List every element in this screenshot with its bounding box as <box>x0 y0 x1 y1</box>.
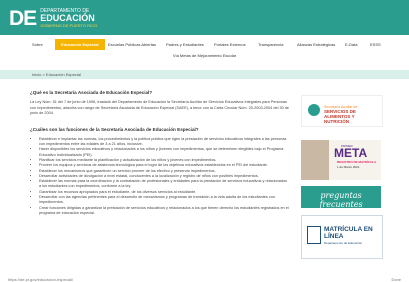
list-item: Hacer disponibles los servicios educativ… <box>39 147 290 158</box>
status-text: Done <box>391 277 401 282</box>
nav-sub-item[interactable]: Vía Metas de Mejoramiento Escolar <box>0 53 409 58</box>
functions-list: Establecer e implantar las normas, los p… <box>30 137 290 216</box>
nav-item-transparencia[interactable]: Transparencia <box>258 42 283 47</box>
student-photo <box>301 140 329 180</box>
nav-item-edata[interactable]: E-Data <box>345 42 357 47</box>
nutrition-services-banner[interactable]: Secretaría Auxiliar de SERVICIOS DE ALIM… <box>301 95 383 127</box>
logo-line-3: GOBIERNO DE PUERTO RICO <box>40 23 98 28</box>
banner-line-2: META <box>334 146 368 160</box>
list-item: Establecer e implantar las normas, los p… <box>39 137 290 148</box>
faq-label: preguntas frecuentes <box>319 191 363 209</box>
banner-line-1: MATRÍCULA EN LÍNEA <box>324 226 373 240</box>
nav-item-padres[interactable]: Padres y Estudiantes <box>166 42 204 47</box>
list-item: Proveer los equipos y servicios de asist… <box>39 163 290 168</box>
nav-item-escuelas[interactable]: Escuelas Públicas Abiertas <box>108 42 156 47</box>
faq-banner[interactable]: preguntas frecuentes <box>301 186 381 209</box>
list-item: Desarrollar con las agencias pertinentes… <box>39 195 290 206</box>
logo-line-2: EDUCACIÓN <box>40 13 95 23</box>
nav-item-educacion-especial[interactable]: Educación Especial <box>55 39 105 50</box>
online-enrollment-banner[interactable]: MATRÍCULA EN LÍNEA Departamento de Educa… <box>301 215 383 259</box>
enrollment-goal-banner[interactable]: PRIMER META REGISTRO DE MATRÍCULA 1 de M… <box>301 140 381 180</box>
question-2-heading: ¿Cuáles son las funciones de la Secretar… <box>30 126 199 132</box>
banner-line-3: REGISTRO DE MATRÍCULA <box>337 160 377 164</box>
breadcrumb[interactable]: Inicio > Educación Especial <box>32 72 81 77</box>
site-logo[interactable]: DE DEPARTAMENTO DE EDUCACIÓN GOBIERNO DE… <box>9 8 97 29</box>
document-icon <box>307 226 321 244</box>
list-item: Establecer las normas para la coordinaci… <box>39 179 290 190</box>
header-bar: DE DEPARTAMENTO DE EDUCACIÓN GOBIERNO DE… <box>0 0 409 35</box>
status-url: https://de.pr.gov/educacion-especial/ <box>8 277 73 282</box>
question-1-heading: ¿Qué es la Secretaría Asociada de Educac… <box>30 90 153 95</box>
question-1-paragraph: La Ley Núm. 51 del 7 de junio de 1996, t… <box>30 100 289 116</box>
nav-item-esss[interactable]: ESSS <box>370 42 381 47</box>
breadcrumb-bar: Inicio > Educación Especial <box>0 70 409 79</box>
banner-line-2: Departamento de Educación <box>324 241 363 245</box>
nav-item-alianzas[interactable]: Alianzas Estratégicas <box>297 42 335 47</box>
logo-mark: DE <box>9 6 37 30</box>
nav-item-portales[interactable]: Portales Externos <box>214 42 246 47</box>
main-content: ¿Qué es la Secretaría Asociada de Educac… <box>30 90 290 216</box>
banner-line-4: 1 de Marzo 2021 <box>337 165 360 169</box>
nav-item-sobre[interactable]: Sobre <box>32 42 43 47</box>
banner-line-2: SERVICIOS DE ALIMENTOS Y NUTRICIÓN <box>324 109 356 124</box>
list-item: Crear funciones dirigidas a garantizar l… <box>39 206 290 217</box>
nutrition-icon <box>308 104 320 116</box>
